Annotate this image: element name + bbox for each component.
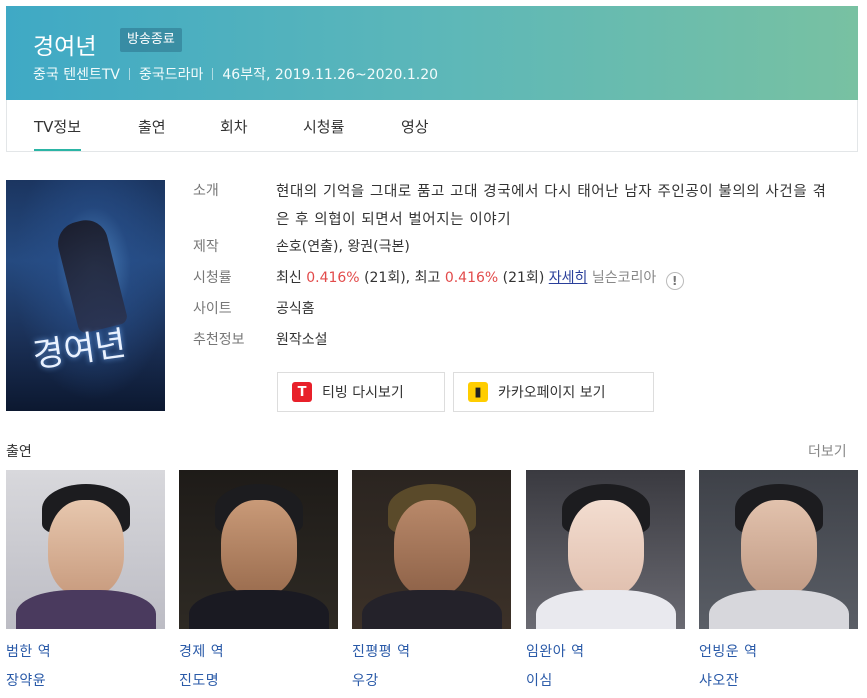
network-text: 중국 텐센트TV — [33, 67, 120, 83]
rating-latest-prefix: 최신 — [276, 270, 302, 286]
tab-bar: TV정보 출연 회차 시청률 영상 — [6, 100, 858, 152]
tab-videos[interactable]: 영상 — [401, 116, 429, 137]
cast-card[interactable]: 진평평 역 우강 — [352, 470, 511, 690]
tving-button-label: 티빙 다시보기 — [322, 385, 404, 401]
tab-ratings[interactable]: 시청률 — [303, 116, 344, 137]
cast-section-title: 출연 — [6, 444, 32, 460]
rating-best-prefix: 최고 — [414, 270, 441, 286]
intro-text: 현대의 기억을 그대로 품고 고대 경국에서 다시 태어난 남자 주인공이 불의… — [276, 184, 827, 228]
rating-source: 닐슨코리아 — [591, 270, 657, 286]
rating-best-episode: (21회) — [502, 270, 545, 286]
meta-divider — [212, 68, 214, 80]
rating-values: 최신 0.416% (21회), 최고 0.416% (21회) 자세히 닐슨코… — [276, 267, 684, 290]
cast-actor[interactable]: 우강 — [352, 670, 511, 690]
body-shape — [709, 590, 849, 629]
face-shape — [48, 500, 124, 596]
cast-photo[interactable] — [179, 470, 338, 629]
cast-photo[interactable] — [6, 470, 165, 629]
kakao-page-button[interactable]: ▮ 카카오페이지 보기 — [453, 372, 654, 412]
tving-icon: T — [292, 382, 312, 402]
body-shape — [362, 590, 502, 629]
face-shape — [568, 500, 644, 596]
tab-episodes[interactable]: 회차 — [220, 116, 248, 137]
cast-actor[interactable]: 진도명 — [179, 670, 338, 690]
cast-card[interactable]: 범한 역 장약윤 — [6, 470, 165, 690]
body-shape — [16, 590, 156, 629]
episodes-dates-text: 46부작, 2019.11.26~2020.1.20 — [222, 67, 439, 83]
cast-actor[interactable]: 이심 — [526, 670, 685, 690]
cast-role[interactable]: 범한 역 — [6, 641, 165, 661]
rating-best-value: 0.416% — [444, 270, 499, 286]
program-header: 경여년 방송종료 중국 텐센트TV 중국드라마 46부작, 2019.11.26… — [6, 6, 858, 100]
cast-role[interactable]: 언빙운 역 — [699, 641, 858, 661]
site-label: 사이트 — [193, 301, 232, 317]
program-poster[interactable]: 경여년 — [6, 180, 165, 411]
face-shape — [221, 500, 297, 596]
tving-replay-button[interactable]: T 티빙 다시보기 — [277, 372, 445, 412]
cast-photo[interactable] — [526, 470, 685, 629]
intro-row: 소개 현대의 기억을 그대로 품고 고대 경국에서 다시 태어난 남자 주인공이… — [193, 180, 843, 236]
body-shape — [536, 590, 676, 629]
cast-role[interactable]: 임완아 역 — [526, 641, 685, 661]
cast-role[interactable]: 경제 역 — [179, 641, 338, 661]
production-text: 손호(연출), 왕권(극본) — [276, 239, 410, 255]
cast-role[interactable]: 진평평 역 — [352, 641, 511, 661]
cast-card[interactable]: 임완아 역 이심 — [526, 470, 685, 690]
cast-actor[interactable]: 샤오잔 — [699, 670, 858, 690]
program-meta: 중국 텐센트TV 중국드라마 46부작, 2019.11.26~2020.1.2… — [33, 64, 438, 84]
rating-detail-link[interactable]: 자세히 — [549, 270, 588, 286]
rating-latest-episode: (21회), — [364, 270, 411, 286]
poster-title-text: 경여년 — [30, 323, 129, 377]
rating-latest-value: 0.416% — [306, 270, 360, 286]
tab-tv-info[interactable]: TV정보 — [34, 116, 82, 151]
face-shape — [741, 500, 817, 596]
cast-more-link[interactable]: 더보기 — [808, 441, 847, 461]
rating-label: 시청률 — [193, 270, 232, 286]
kakao-page-icon: ▮ — [468, 382, 488, 402]
cast-photo[interactable] — [352, 470, 511, 629]
cast-card[interactable]: 경제 역 진도명 — [179, 470, 338, 690]
body-shape — [189, 590, 329, 629]
face-shape — [394, 500, 470, 596]
recommend-label: 추천정보 — [193, 332, 245, 348]
kakao-button-label: 카카오페이지 보기 — [498, 385, 606, 401]
intro-label: 소개 — [193, 183, 219, 199]
cast-card[interactable]: 언빙운 역 샤오잔 — [699, 470, 858, 690]
meta-divider — [128, 68, 130, 80]
broadcast-status-badge: 방송종료 — [120, 28, 182, 52]
production-label: 제작 — [193, 239, 219, 255]
info-icon[interactable]: ! — [665, 272, 684, 290]
program-title[interactable]: 경여년 — [33, 27, 96, 61]
cast-photo[interactable] — [699, 470, 858, 629]
cast-actor[interactable]: 장약윤 — [6, 670, 165, 690]
original-novel-link[interactable]: 원작소설 — [276, 329, 328, 349]
official-site-link[interactable]: 공식홈 — [276, 298, 315, 318]
tab-cast[interactable]: 출연 — [138, 116, 166, 137]
genre-text: 중국드라마 — [138, 67, 204, 83]
